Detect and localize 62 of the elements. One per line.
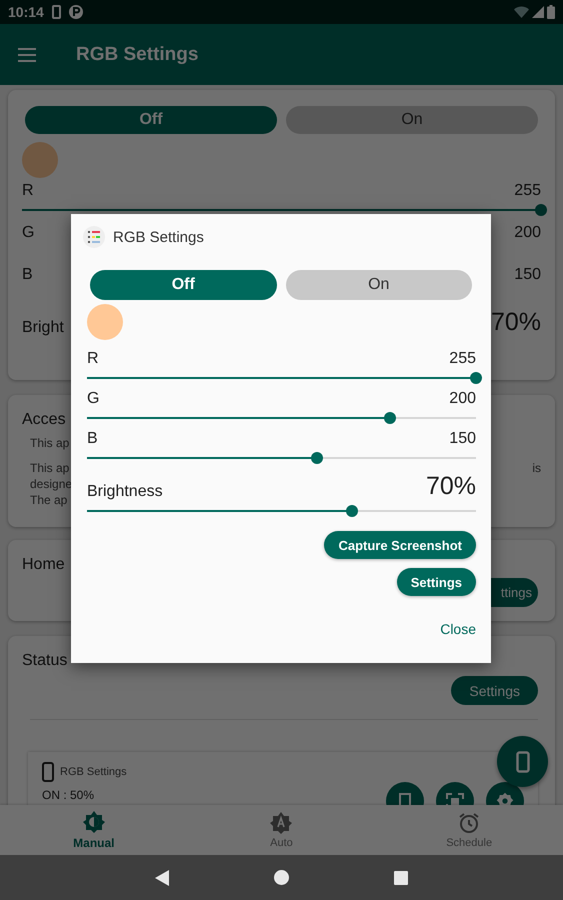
description-text: is (532, 460, 541, 476)
app-title: RGB Settings (76, 44, 198, 66)
wifi-icon (514, 6, 529, 18)
toggle-button[interactable]: Off (90, 270, 276, 300)
slider-thumb[interactable] (310, 452, 322, 464)
slider-label: B (22, 266, 33, 284)
battery-icon (547, 5, 555, 19)
slider-label: G (87, 390, 100, 408)
card-title: Status (22, 652, 68, 670)
slider-value: 150 (449, 430, 476, 448)
slider-value: 70% (426, 472, 476, 501)
slider-label: R (22, 182, 34, 200)
toggle-button[interactable]: Off (25, 106, 277, 134)
slider-value: 150 (514, 266, 541, 284)
slider-value: 255 (514, 182, 541, 200)
description-text: This ap (30, 460, 70, 476)
slider-value: 255 (449, 350, 476, 368)
clock: 10:14 (8, 4, 44, 20)
slider-value: 200 (449, 390, 476, 408)
app-icon (83, 226, 105, 248)
slider-thumb[interactable] (535, 204, 547, 216)
recents-icon[interactable] (394, 870, 408, 884)
toggle-button[interactable]: On (286, 270, 472, 300)
slider-label: Bright (22, 319, 64, 337)
nav-tab[interactable]: Schedule (409, 805, 530, 855)
card-title: Home (22, 556, 65, 574)
parking-icon (68, 5, 83, 19)
slider-label: G (22, 224, 34, 242)
slider-thumb[interactable] (470, 372, 482, 384)
widget-title: RGB Settings (60, 766, 127, 778)
description-text: This ap (30, 435, 70, 451)
slider-thumb[interactable] (384, 412, 396, 424)
description-text: The ap (30, 492, 68, 508)
signal-icon (532, 6, 544, 18)
color-preview (87, 304, 123, 340)
toggle-button[interactable]: On (286, 106, 538, 134)
phone-icon (516, 750, 530, 772)
dialog-button[interactable]: Capture Screenshot (324, 531, 476, 559)
slider-thumb[interactable] (346, 505, 358, 517)
nav-tab[interactable]: Auto (221, 805, 342, 855)
slider-label: B (87, 430, 98, 448)
brightness-icon (82, 810, 106, 834)
slider-label: Brightness (87, 483, 163, 501)
back-icon[interactable] (155, 870, 169, 886)
phone-icon (42, 762, 54, 782)
description-text: designe (30, 476, 72, 492)
alarm-clock-icon (457, 811, 482, 835)
nav-tab[interactable]: Manual (34, 805, 154, 855)
slider-label: R (87, 350, 99, 368)
close-button[interactable]: Close (440, 621, 476, 637)
status-settings-button[interactable]: Settings (451, 676, 538, 705)
color-preview (22, 142, 58, 178)
dialog-button[interactable]: Settings (396, 568, 476, 596)
menu-icon[interactable] (18, 48, 36, 62)
card-title: Acces (22, 411, 66, 429)
dialog-title: RGB Settings (113, 228, 204, 246)
home-icon[interactable] (274, 870, 289, 885)
widget-status: ON : 50% (42, 788, 96, 802)
slider-value: 70% (490, 308, 541, 337)
slider-value: 200 (514, 224, 541, 242)
auto-brightness-icon (269, 811, 294, 835)
phone-icon (52, 5, 61, 19)
